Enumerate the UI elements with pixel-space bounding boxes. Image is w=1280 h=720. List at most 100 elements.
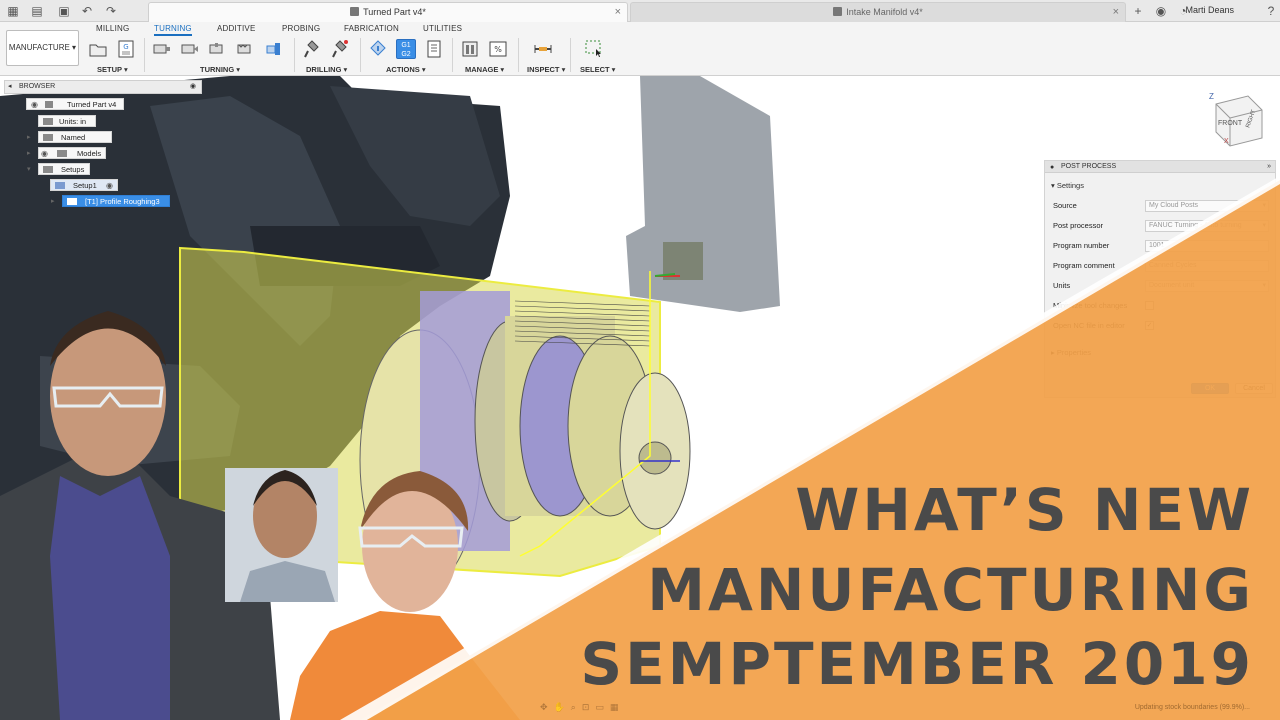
properties-section[interactable]: ▸ Properties <box>1051 348 1091 357</box>
navigation-bar[interactable]: ✥✋⌕⊡▭▦ <box>540 702 740 716</box>
redo-icon[interactable]: ↷ <box>104 4 118 18</box>
title-bar: ▦ ▤ ▣ ↶ ↷ Turned Part v4* × Intake Manif… <box>0 0 1280 22</box>
browser-setup1[interactable]: Setup1 ◉ <box>50 179 118 191</box>
post-processor-select[interactable]: FANUC Turning - Auto turning ▾ <box>1145 220 1269 232</box>
new-tab-icon[interactable]: + <box>1131 4 1145 18</box>
units-label: Units <box>1053 281 1071 290</box>
open-nc-editor-checkbox[interactable]: ✓ <box>1145 321 1154 330</box>
divider <box>570 38 571 72</box>
tab-turning[interactable]: TURNING <box>154 24 192 36</box>
tab-additive[interactable]: ADDITIVE <box>217 24 256 33</box>
help-icon[interactable]: ? <box>1264 4 1278 18</box>
orbit-icon[interactable]: ✥ <box>540 702 554 712</box>
setup-icon <box>55 182 65 189</box>
program-number-input[interactable]: 1001 <box>1145 240 1269 252</box>
browser-panel-header[interactable]: BROWSER ◂ ◉ <box>4 80 202 94</box>
close-tab-icon[interactable]: × <box>615 3 621 21</box>
turning-thread-icon[interactable] <box>236 39 256 59</box>
post-process-dialog: ● POST PROCESS » ▾ Settings Source My Cl… <box>1044 160 1276 398</box>
grid-icon[interactable]: ▦ <box>610 702 625 712</box>
turning-part-icon[interactable] <box>264 39 284 59</box>
group-manage[interactable]: MANAGE ▾ <box>465 65 504 74</box>
document-icon <box>833 7 843 16</box>
job-status-icon[interactable]: ◉ <box>1154 4 1168 18</box>
visibility-eye-icon[interactable]: ◉ <box>41 148 48 160</box>
tab-milling[interactable]: MILLING <box>96 24 129 33</box>
folder-icon <box>43 134 53 141</box>
fit-icon[interactable]: ⊡ <box>582 702 596 712</box>
collapse-panel-icon[interactable]: ◂ <box>8 81 12 93</box>
simulate-icon[interactable] <box>368 39 388 59</box>
dialog-header[interactable]: ● POST PROCESS » <box>1045 161 1275 173</box>
drill-multiple-icon[interactable] <box>330 39 350 59</box>
divider <box>452 38 453 72</box>
drill-icon[interactable] <box>302 39 322 59</box>
group-turning[interactable]: TURNING ▾ <box>200 65 240 74</box>
open-nc-editor-label: Open NC file in editor <box>1053 321 1125 330</box>
dialog-expand-icon[interactable]: » <box>1267 161 1271 173</box>
units-select[interactable]: Document unit ▾ <box>1145 280 1269 292</box>
pan-icon[interactable]: ✋ <box>554 702 571 712</box>
view-cube-front-label[interactable]: FRONT <box>1218 120 1242 127</box>
tab-utilities[interactable]: UTILITIES <box>423 24 462 33</box>
minimize-tool-changes-checkbox[interactable] <box>1145 301 1154 310</box>
workspace-switcher[interactable]: MANUFACTURE ▾ <box>6 30 79 66</box>
headline-line-3: SEMPTEMBER 2019 <box>580 630 1254 698</box>
browser-operation-profile-roughing[interactable]: ▸ [T1] Profile Roughing3 <box>51 195 170 207</box>
post-process-button[interactable]: G1 G2 <box>396 39 416 59</box>
file-menu-icon[interactable]: ▤ <box>30 4 44 18</box>
expand-arrow-icon[interactable]: ▸ <box>27 132 31 144</box>
active-setup-icon[interactable]: ◉ <box>106 180 113 192</box>
setup-sheet-icon[interactable] <box>424 39 444 59</box>
post-processor-label: Post processor <box>1053 221 1104 230</box>
user-name[interactable]: Marti Deans <box>1185 5 1234 15</box>
ok-button[interactable]: OK <box>1191 383 1229 394</box>
document-icon <box>45 101 53 108</box>
expand-arrow-icon[interactable]: ▸ <box>27 148 31 160</box>
save-icon[interactable]: ▣ <box>57 4 71 18</box>
tab-probing[interactable]: PROBING <box>282 24 320 33</box>
toolbar-ribbon: MANUFACTURE ▾ MILLING TURNING ADDITIVE P… <box>0 22 1280 76</box>
display-settings-icon[interactable]: ▭ <box>595 702 610 712</box>
browser-setups[interactable]: ▾ Setups <box>27 163 90 175</box>
program-comment-input[interactable]: Canned Cycles <box>1145 260 1269 272</box>
app-grid-icon[interactable]: ▦ <box>6 4 20 18</box>
tab-fabrication[interactable]: FABRICATION <box>344 24 399 33</box>
divider <box>518 38 519 72</box>
turning-groove-icon[interactable] <box>208 39 228 59</box>
browser-root[interactable]: ◉ Turned Part v4 <box>26 98 124 110</box>
part-bore <box>638 441 672 475</box>
setup-folder-icon[interactable] <box>88 39 108 59</box>
group-select[interactable]: SELECT ▾ <box>580 65 615 74</box>
source-select[interactable]: My Cloud Posts ▾ <box>1145 200 1269 212</box>
panel-options-icon[interactable]: ◉ <box>190 81 196 93</box>
measure-icon[interactable] <box>533 39 553 59</box>
close-tab-icon[interactable]: × <box>1113 3 1119 21</box>
cancel-button[interactable]: Cancel <box>1235 383 1273 394</box>
undo-icon[interactable]: ↶ <box>80 4 94 18</box>
settings-section[interactable]: ▾ Settings <box>1051 181 1084 190</box>
status-text: Updating stock boundaries (99.9%)... <box>1134 704 1250 711</box>
program-comment-label: Program comment <box>1053 261 1115 270</box>
group-inspect[interactable]: INSPECT ▾ <box>527 65 565 74</box>
tab-intake-manifold[interactable]: Intake Manifold v4* × <box>630 2 1126 22</box>
axis-x-label: X <box>1224 138 1229 145</box>
headline-line-2: MANUFACTURING <box>647 556 1254 624</box>
tab-turned-part[interactable]: Turned Part v4* × <box>148 2 628 22</box>
browser-named-views[interactable]: ▸ Named Views <box>27 131 112 154</box>
browser-models[interactable]: ▸ ◉ Models <box>27 147 106 160</box>
collapse-arrow-icon[interactable]: ▾ <box>27 164 31 176</box>
turning-profile-icon[interactable] <box>180 39 200 59</box>
expand-arrow-icon[interactable]: ▸ <box>51 196 55 208</box>
turning-face-icon[interactable] <box>152 39 172 59</box>
browser-units[interactable]: Units: in <box>38 115 96 127</box>
visibility-eye-icon[interactable]: ◉ <box>31 99 38 111</box>
group-actions[interactable]: ACTIONS ▾ <box>386 65 426 74</box>
tool-library-icon[interactable] <box>460 39 480 59</box>
template-library-icon[interactable]: % <box>488 39 508 59</box>
new-setup-icon[interactable]: G <box>116 39 136 59</box>
zoom-icon[interactable]: ⌕ <box>571 702 582 712</box>
group-setup[interactable]: SETUP ▾ <box>97 65 128 74</box>
group-drilling[interactable]: DRILLING ▾ <box>306 65 347 74</box>
window-select-icon[interactable] <box>584 39 604 59</box>
